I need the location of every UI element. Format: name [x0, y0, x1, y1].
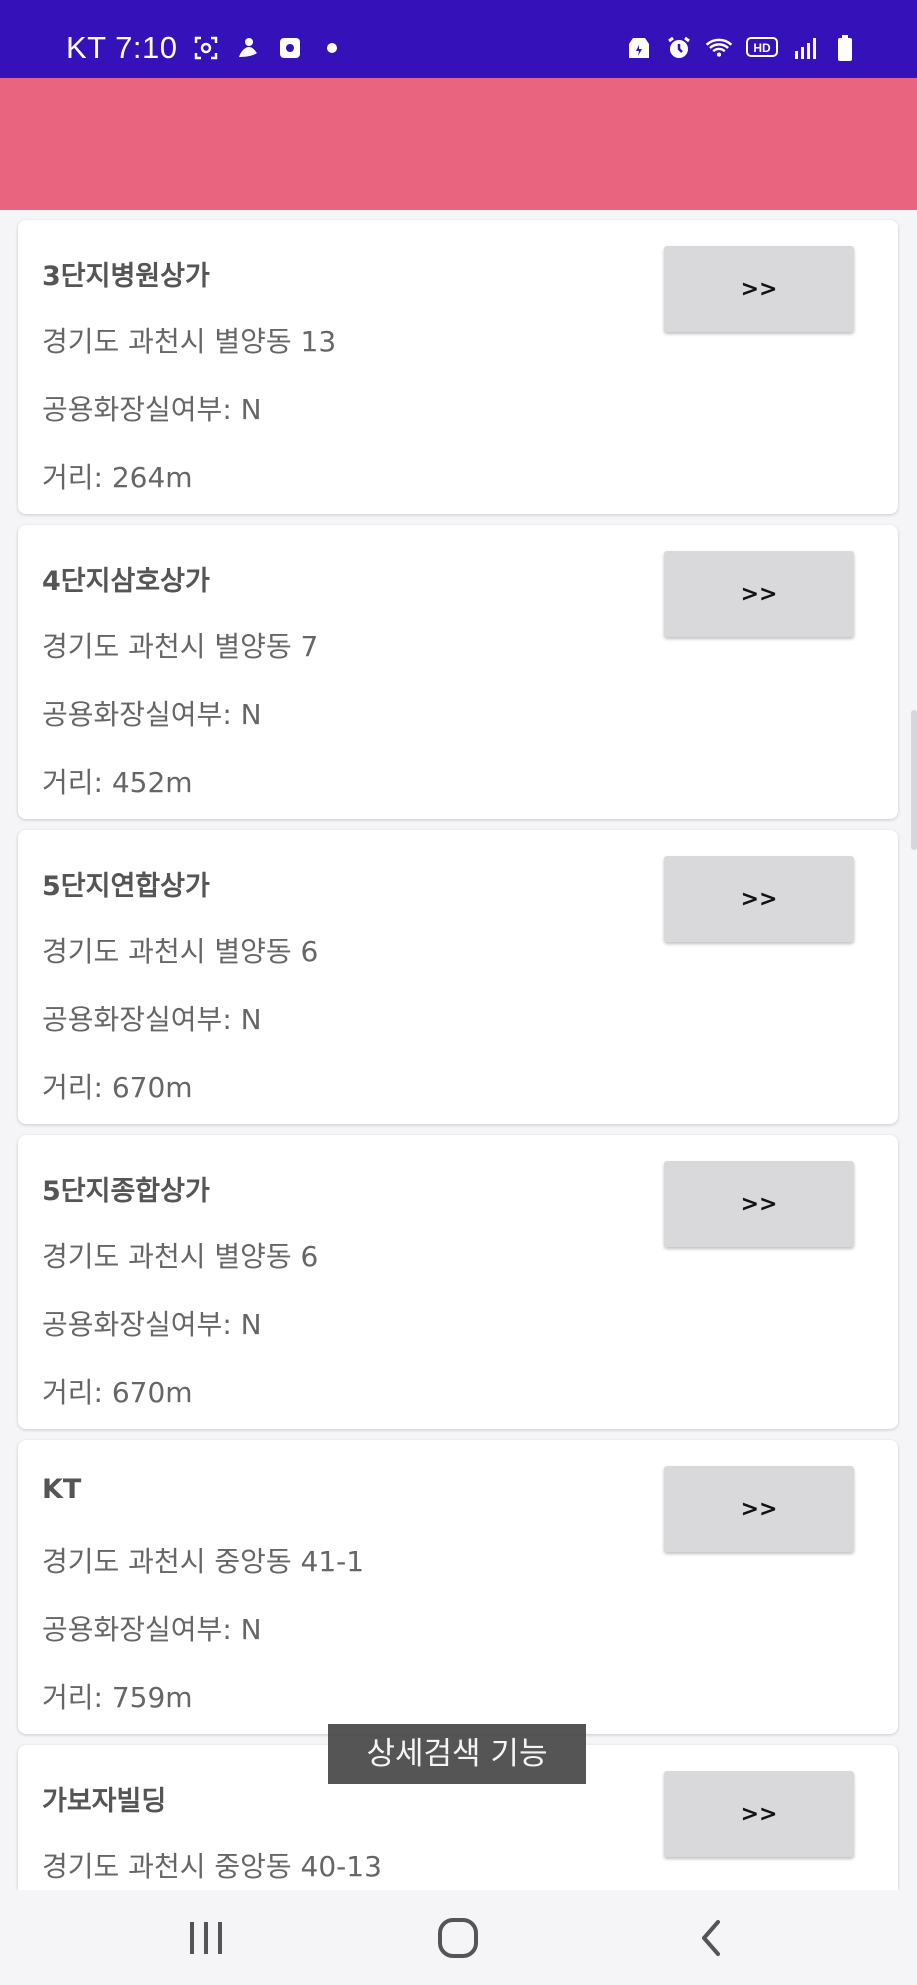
place-name: KT: [42, 1474, 82, 1505]
place-address: 경기도 과천시 중앙동 41-1: [42, 1545, 365, 1578]
public-toilet-status: 공용화장실여부: N: [42, 393, 262, 426]
place-address: 경기도 과천시 중앙동 40-13: [42, 1850, 382, 1883]
wifi-icon: [705, 34, 733, 62]
battery-icon: [831, 34, 859, 62]
detail-button[interactable]: >>: [664, 1466, 854, 1552]
public-toilet-status: 공용화장실여부: N: [42, 1308, 262, 1341]
place-card: 3단지병원상가 경기도 과천시 별양동 13 공용화장실여부: N 거리: 26…: [18, 220, 898, 514]
place-name: 4단지삼호상가: [42, 566, 210, 597]
recent-apps-icon[interactable]: [166, 1903, 246, 1973]
alarm-icon: [665, 34, 693, 62]
home-icon[interactable]: [418, 1903, 498, 1973]
battery-saver-icon: [625, 34, 653, 62]
back-icon[interactable]: [671, 1903, 751, 1973]
place-address: 경기도 과천시 별양동 13: [42, 325, 337, 358]
screenshot-icon: [192, 34, 220, 62]
hd-label: HD: [753, 41, 771, 55]
detail-button[interactable]: >>: [664, 246, 854, 332]
place-address: 경기도 과천시 별양동 6: [42, 935, 319, 968]
place-name: 5단지종합상가: [42, 1176, 210, 1207]
video-caption: 상세검색 기능: [328, 1724, 586, 1784]
place-distance: 거리: 670m: [42, 1071, 193, 1104]
place-list[interactable]: 3단지병원상가 경기도 과천시 별양동 13 공용화장실여부: N 거리: 26…: [0, 210, 917, 1890]
place-distance: 거리: 670m: [42, 1376, 193, 1409]
detail-button[interactable]: >>: [664, 1161, 854, 1247]
detail-button[interactable]: >>: [664, 856, 854, 942]
place-distance: 거리: 264m: [42, 461, 193, 494]
place-card: 5단지종합상가 경기도 과천시 별양동 6 공용화장실여부: N 거리: 670…: [18, 1135, 898, 1429]
place-distance: 거리: 452m: [42, 766, 193, 799]
place-distance: 거리: 759m: [42, 1681, 193, 1714]
place-name: 5단지연합상가: [42, 871, 210, 902]
app-notification-icon: [234, 34, 262, 62]
detail-button[interactable]: >>: [664, 551, 854, 637]
public-toilet-status: 공용화장실여부: N: [42, 1003, 262, 1036]
media-icon: [276, 34, 304, 62]
place-card: 4단지삼호상가 경기도 과천시 별양동 7 공용화장실여부: N 거리: 452…: [18, 525, 898, 819]
carrier-time: KT 7:10: [66, 29, 178, 65]
place-card: KT 경기도 과천시 중앙동 41-1 공용화장실여부: N 거리: 759m …: [18, 1440, 898, 1734]
signal-icon: [791, 34, 819, 62]
place-name: 3단지병원상가: [42, 261, 210, 292]
scrollbar[interactable]: [911, 710, 917, 850]
public-toilet-status: 공용화장실여부: N: [42, 1613, 262, 1646]
place-name: 가보자빌딩: [42, 1786, 167, 1817]
dot-icon: [318, 34, 346, 62]
hd-voice-icon: HD: [745, 34, 779, 62]
public-toilet-status: 공용화장실여부: N: [42, 698, 262, 731]
place-address: 경기도 과천시 별양동 6: [42, 1240, 319, 1273]
detail-button[interactable]: >>: [664, 1771, 854, 1857]
navigation-bar: [0, 1890, 917, 1985]
place-address: 경기도 과천시 별양동 7: [42, 630, 319, 663]
place-card: 5단지연합상가 경기도 과천시 별양동 6 공용화장실여부: N 거리: 670…: [18, 830, 898, 1124]
app-bar: [0, 78, 917, 210]
